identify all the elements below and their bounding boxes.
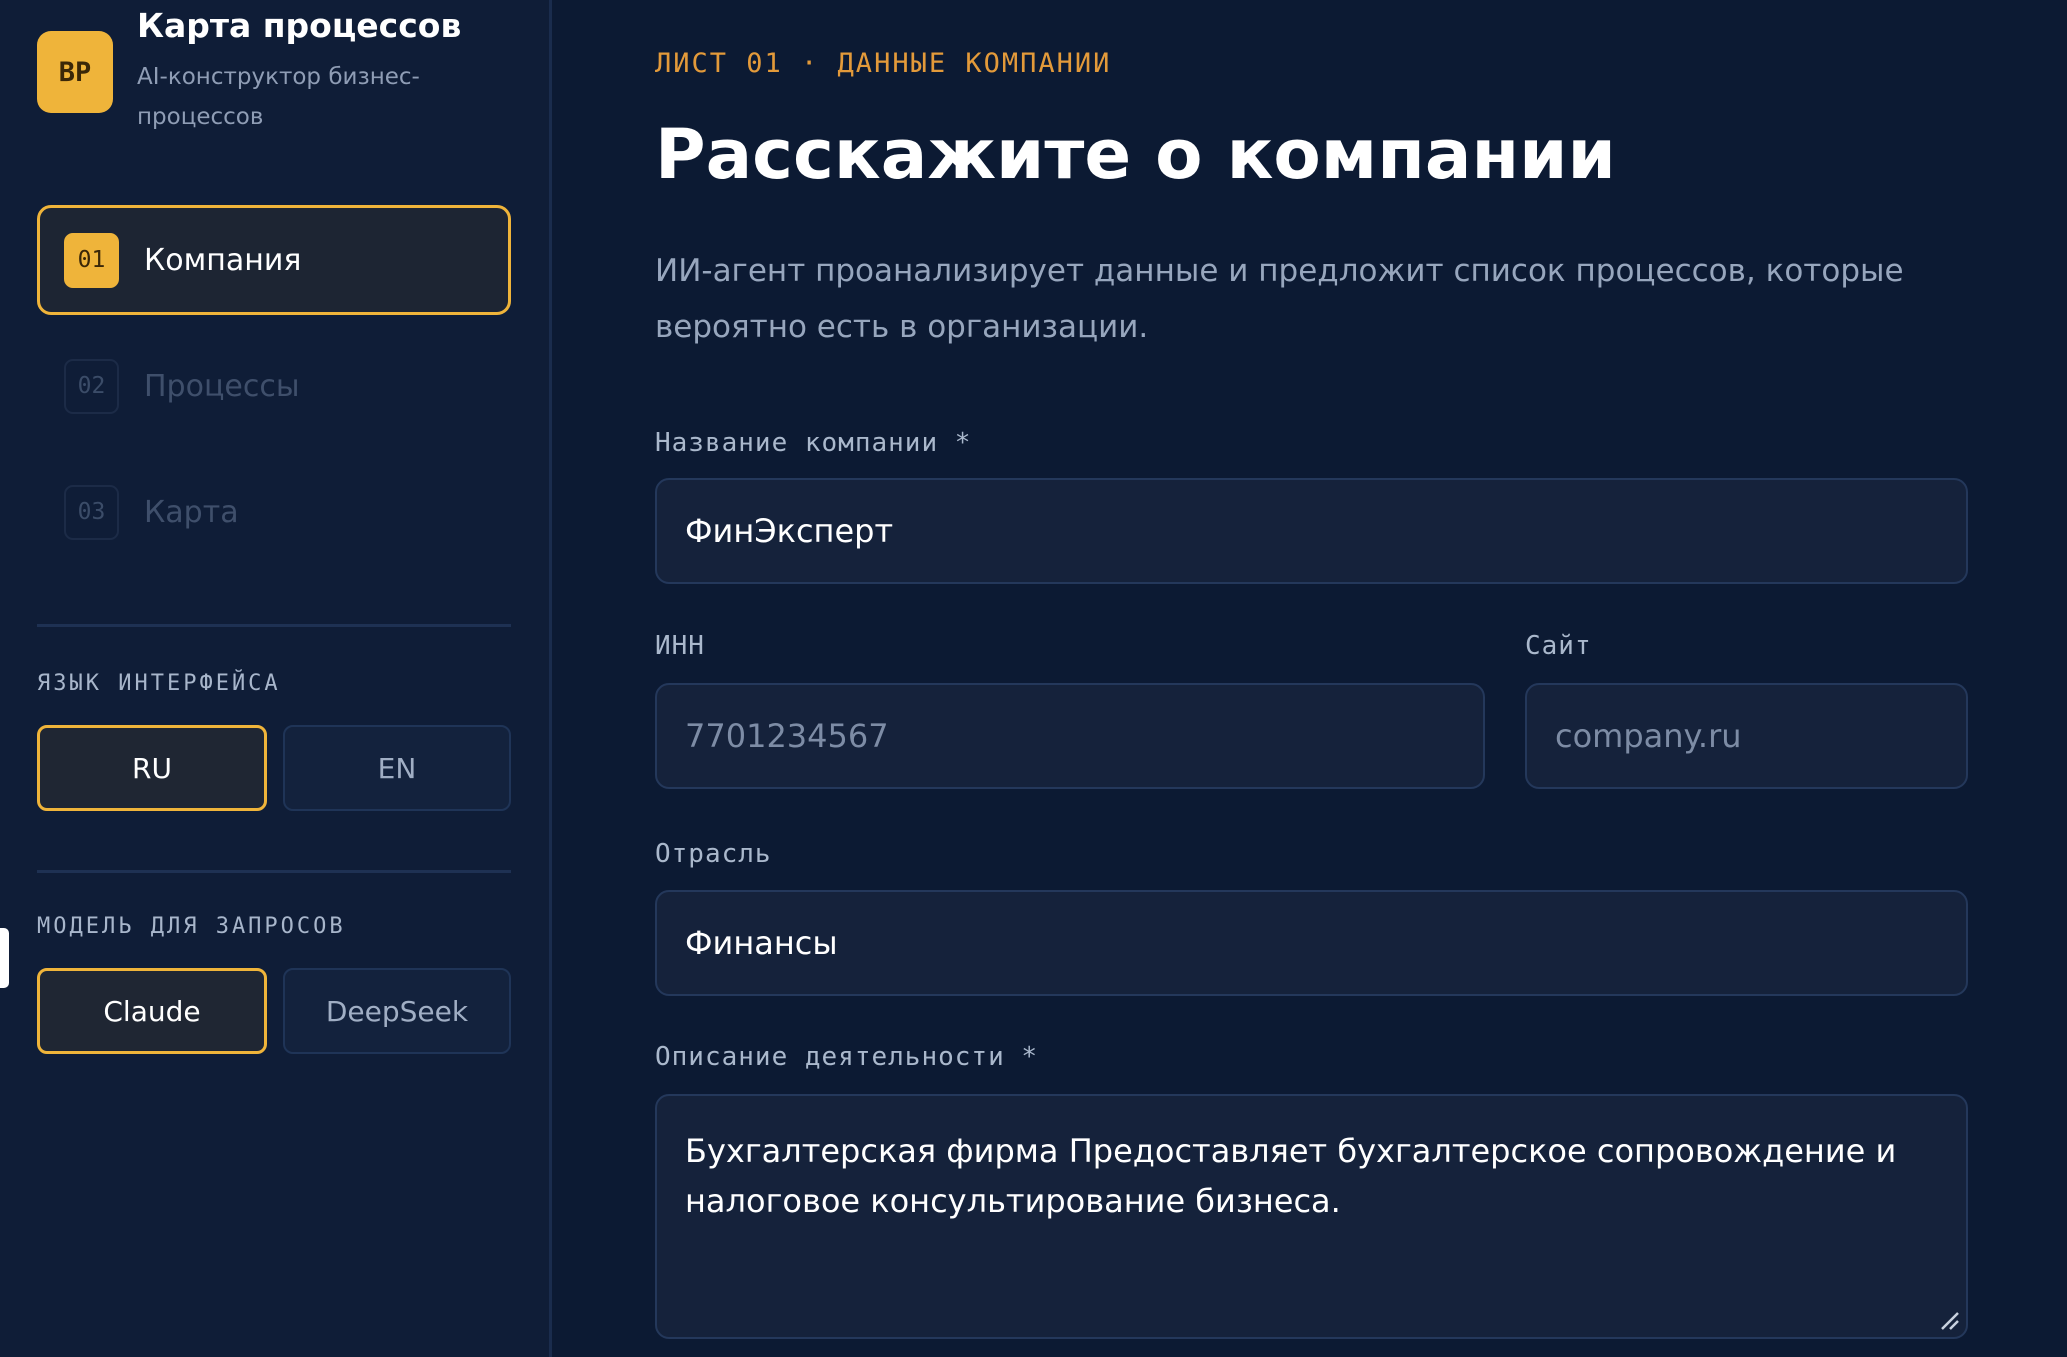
industry-select[interactable]: Финансы xyxy=(655,890,1968,996)
company-name-input[interactable]: ФинЭксперт xyxy=(655,478,1968,584)
sidebar-divider xyxy=(37,870,511,873)
app-logo: BP xyxy=(37,31,113,113)
step-label: Компания xyxy=(144,242,302,278)
page-title: Расскажите о компании xyxy=(655,115,1616,195)
page-intro: ИИ-агент проанализирует данные и предлож… xyxy=(655,253,1904,345)
step-company[interactable]: 01 Компания xyxy=(37,205,511,315)
step-map[interactable]: 03 Карта xyxy=(37,457,511,567)
description-label: Описание деятельности * xyxy=(655,1042,1039,1072)
resize-handle-icon[interactable] xyxy=(1938,1309,1960,1331)
language-ru-button[interactable]: RU xyxy=(37,725,267,811)
step-label: Карта xyxy=(144,494,239,530)
model-claude-button[interactable]: Claude xyxy=(37,968,267,1054)
site-input[interactable]: company.ru xyxy=(1525,683,1968,789)
step-processes[interactable]: 02 Процессы xyxy=(37,331,511,441)
step-label: Процессы xyxy=(144,368,300,404)
brand: BP Карта процессов AI-конструктор бизнес… xyxy=(37,0,537,150)
step-number: 01 xyxy=(64,232,119,288)
edge-handle[interactable] xyxy=(0,928,9,988)
language-switch: RU EN xyxy=(37,725,511,811)
main-content: ЛИСТ 01 · ДАННЫЕ КОМПАНИИ Расскажите о к… xyxy=(655,0,1975,1357)
app-subtitle: AI-конструктор бизнес-процессов xyxy=(137,64,420,130)
language-en-button[interactable]: EN xyxy=(283,725,511,811)
sidebar-divider xyxy=(37,624,511,627)
inn-label: ИНН xyxy=(655,631,705,661)
description-textarea[interactable]: Бухгалтерская фирма Предоставляет бухгал… xyxy=(655,1094,1968,1339)
model-switch: Claude DeepSeek xyxy=(37,968,511,1054)
app-root: BP Карта процессов AI-конструктор бизнес… xyxy=(0,0,2067,1357)
model-section-label: МОДЕЛЬ ДЛЯ ЗАПРОСОВ xyxy=(37,914,346,939)
industry-label: Отрасль xyxy=(655,839,772,869)
company-name-label: Название компании * xyxy=(655,428,972,458)
steps-nav: 01 Компания 02 Процессы 03 Карта xyxy=(37,205,511,583)
inn-input[interactable]: 7701234567 xyxy=(655,683,1485,789)
sheet-eyebrow: ЛИСТ 01 · ДАННЫЕ КОМПАНИИ xyxy=(655,48,1112,79)
language-section-label: ЯЗЫК ИНТЕРФЕЙСА xyxy=(37,671,281,696)
step-number: 03 xyxy=(64,484,119,540)
model-deepseek-button[interactable]: DeepSeek xyxy=(283,968,511,1054)
sidebar: BP Карта процессов AI-конструктор бизнес… xyxy=(0,0,552,1357)
step-number: 02 xyxy=(64,358,119,414)
description-text: Бухгалтерская фирма Предоставляет бухгал… xyxy=(685,1132,1897,1220)
site-label: Сайт xyxy=(1525,631,1592,661)
app-title: Карта процессов xyxy=(137,6,462,45)
